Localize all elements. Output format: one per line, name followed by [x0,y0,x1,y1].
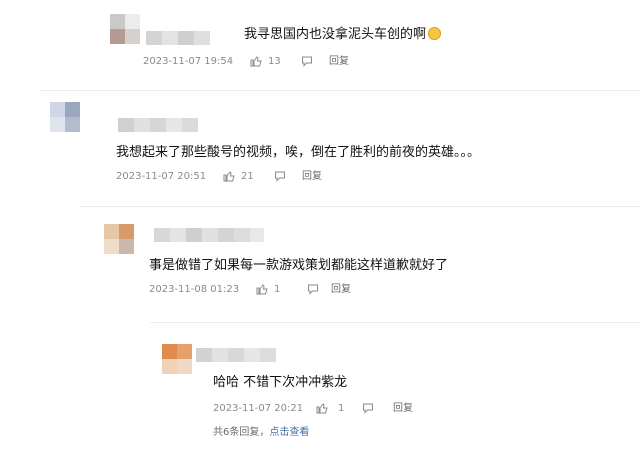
thumbs-up-icon[interactable] [316,402,328,414]
timestamp: 2023-11-07 19:54 [143,56,234,67]
comment-text: 哈哈 不错下次冲冲紫龙 [213,375,348,390]
comment-text: 我想起来了那些酸号的视频，唉，倒在了胜利的前夜的英雄。。。 [116,145,481,160]
reply-button[interactable]: 回复 [331,284,351,296]
reply-icon[interactable] [301,55,313,67]
like-count: 1 [338,403,345,414]
comment-meta: 2023-11-07 20:51 21 回复 [116,171,346,185]
like-count: 13 [268,56,281,67]
reply-icon[interactable] [307,283,319,295]
username-blurred[interactable] [196,348,276,362]
reply-button[interactable]: 回复 [302,171,322,183]
comment-text: 事是做错了如果每一款游戏策划都能这样道歉就好了 [149,258,449,273]
comment-meta: 2023-11-07 19:54 13 回复 [143,56,363,70]
comment-meta: 2023-11-08 01:23 1 回复 [149,284,379,298]
thumbs-up-icon[interactable] [223,170,235,182]
reply-icon[interactable] [274,170,286,182]
comment-meta: 2023-11-07 20:21 1 回复 [213,403,443,417]
reply-button[interactable]: 回复 [329,56,349,68]
timestamp: 2023-11-07 20:51 [116,171,207,182]
avatar[interactable] [104,224,134,254]
timestamp: 2023-11-08 01:23 [149,284,240,295]
avatar[interactable] [162,344,192,374]
username-blurred[interactable] [154,228,264,242]
comment-text: 我寻思国内也没拿泥头车创的啊 [244,27,442,43]
like-count: 21 [241,171,254,182]
username-blurred[interactable] [118,118,198,132]
comment-2: 我想起来了那些酸号的视频，唉，倒在了胜利的前夜的英雄。。。 2023-11-07… [0,90,640,200]
comment-1: 我寻思国内也没拿泥头车创的啊 2023-11-07 19:54 13 回复 [0,0,640,80]
face-with-tears-emoji [428,27,442,40]
comment-3: 事是做错了如果每一款游戏策划都能这样道歉就好了 2023-11-08 01:23… [0,206,640,316]
like-count: 1 [274,284,281,295]
username-blurred[interactable] [146,31,216,45]
thumbs-up-icon[interactable] [256,283,268,295]
comment-4: 哈哈 不错下次冲冲紫龙 2023-11-07 20:21 1 回复 共6条回复，… [0,322,640,451]
timestamp: 2023-11-07 20:21 [213,403,304,414]
reply-button[interactable]: 回复 [393,403,413,415]
replies-footer: 共6条回复，点击查看 [213,423,309,438]
avatar[interactable] [50,102,80,132]
reply-count: 共6条回复， [213,427,270,438]
reply-icon[interactable] [362,402,374,414]
thumbs-up-icon[interactable] [250,55,262,67]
avatar[interactable] [110,14,140,44]
view-replies-link[interactable]: 点击查看 [269,427,309,438]
